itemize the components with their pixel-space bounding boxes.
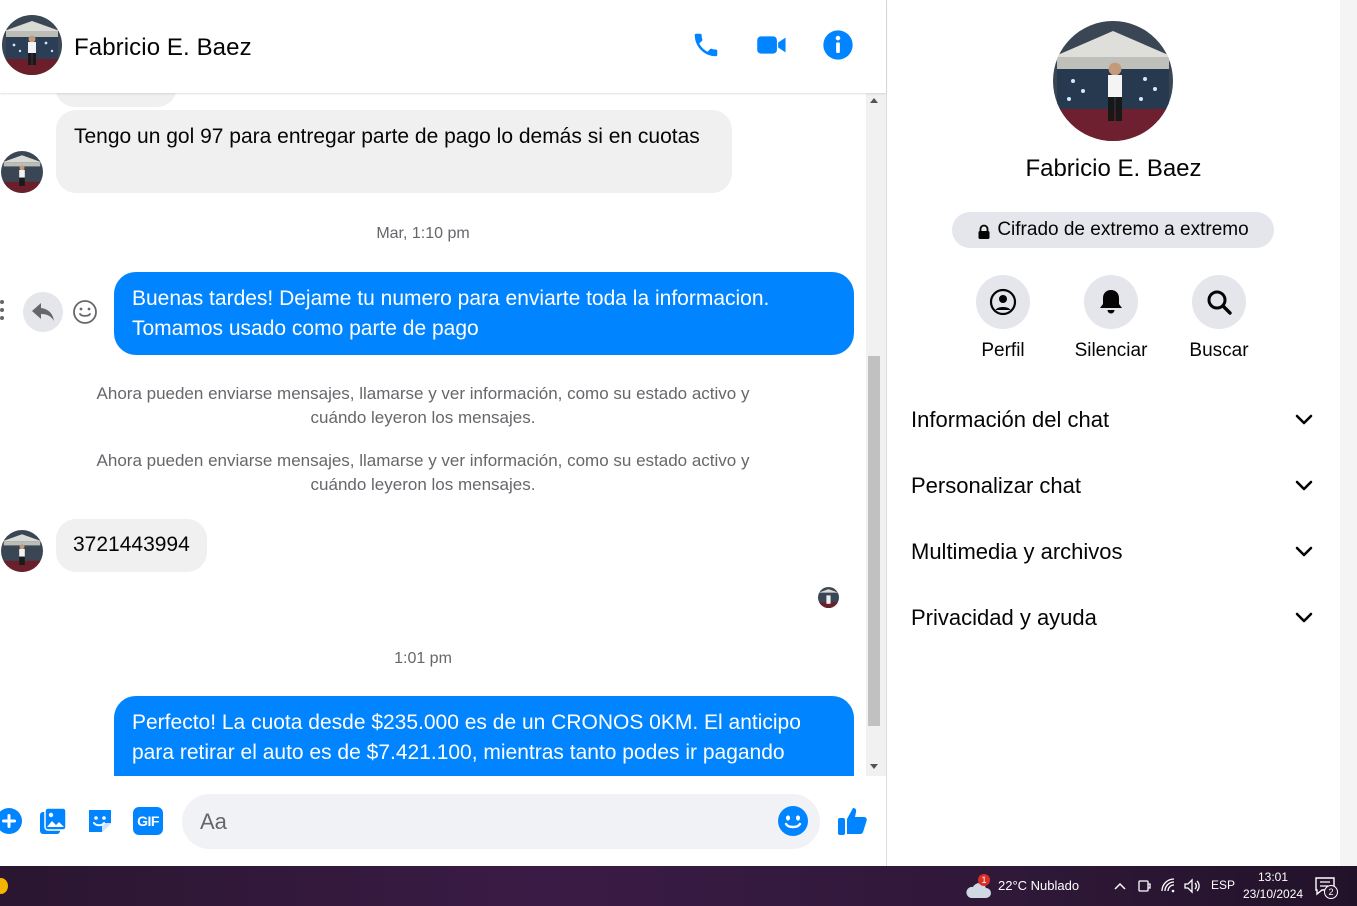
encryption-label: Cifrado de extremo a extremo — [997, 219, 1249, 240]
contact-name[interactable]: Fabricio E. Baez — [74, 34, 252, 62]
mute-action-circle[interactable] — [1084, 275, 1138, 329]
window-scroll-strip — [1340, 0, 1357, 866]
profile-name: Fabricio E. Baez — [1025, 155, 1202, 182]
system-notice: Ahora pueden enviarse mensajes, llamarse… — [96, 451, 750, 494]
incoming-message-bubble[interactable]: Tengo un gol 97 para entregar parte de p… — [56, 110, 732, 193]
profile-action-label: Perfil — [981, 340, 1025, 361]
video-call-button[interactable] — [755, 28, 789, 62]
react-emoji-button[interactable] — [72, 299, 98, 325]
system-notice: Ahora pueden enviarse mensajes, llamarse… — [96, 384, 750, 427]
app-taskbar-icon[interactable] — [0, 878, 8, 894]
chat-header: Fabricio E. Baez — [0, 0, 886, 93]
message-text: Buenas tardes! Dejame tu numero para env… — [132, 287, 770, 340]
plus-circle-icon — [0, 808, 22, 834]
scrollbar-thumb[interactable] — [868, 356, 880, 726]
info-icon — [823, 30, 853, 60]
chevron-down-icon — [1295, 546, 1313, 557]
encryption-badge[interactable]: Cifrado de extremo a extremo — [952, 212, 1274, 248]
incoming-message-bubble[interactable]: 3721443994 — [56, 519, 207, 572]
wifi-icon[interactable] — [1160, 878, 1176, 894]
search-action[interactable]: Buscar — [1164, 275, 1274, 362]
emoji-icon — [778, 806, 808, 836]
lock-icon — [978, 224, 990, 239]
sticker-icon — [89, 810, 111, 832]
outgoing-message-bubble[interactable]: Perfecto! La cuota desde $235.000 es de … — [114, 696, 854, 776]
bell-icon — [1100, 290, 1122, 314]
notification-center-button[interactable]: 2 — [1314, 876, 1340, 899]
previous-message-bubble[interactable] — [55, 93, 177, 107]
smiley-icon — [73, 300, 97, 324]
profile-action[interactable]: Perfil — [948, 275, 1058, 362]
video-camera-icon — [757, 36, 786, 54]
gif-icon: GIF — [133, 807, 163, 835]
show-hidden-icons-icon[interactable] — [1113, 881, 1127, 891]
message-input[interactable] — [182, 794, 820, 849]
message-text: Perfecto! La cuota desde $235.000 es de … — [132, 711, 801, 764]
phone-icon — [694, 33, 718, 57]
more-actions-button[interactable] — [0, 804, 26, 838]
attach-photo-button[interactable] — [36, 804, 70, 838]
sender-avatar[interactable] — [1, 530, 43, 572]
chevron-down-icon — [1295, 414, 1313, 425]
timestamp: Mar, 1:10 pm — [376, 225, 470, 242]
windows-taskbar: 1 22°C Nublado ESP 13:01 23/10/2024 2 — [0, 866, 1357, 906]
weather-widget[interactable]: 1 — [964, 874, 992, 898]
section-label: Multimedia y archivos — [911, 539, 1123, 564]
section-media-files[interactable]: Multimedia y archivos — [911, 532, 1321, 572]
message-text: 3721443994 — [73, 533, 190, 556]
profile-avatar[interactable] — [1053, 21, 1173, 141]
search-action-circle[interactable] — [1192, 275, 1246, 329]
clock-time[interactable]: 13:01 — [1258, 870, 1288, 884]
scroll-up-arrow[interactable] — [870, 98, 878, 103]
outgoing-message-bubble[interactable]: Buenas tardes! Dejame tu numero para env… — [114, 272, 854, 355]
search-action-label: Buscar — [1189, 340, 1249, 361]
reply-button[interactable] — [23, 292, 63, 332]
reply-icon — [32, 303, 54, 321]
section-privacy-help[interactable]: Privacidad y ayuda — [911, 598, 1321, 638]
sticker-button[interactable] — [83, 804, 117, 838]
input-language[interactable]: ESP — [1211, 878, 1235, 892]
phone-call-button[interactable] — [689, 28, 723, 62]
message-list[interactable]: Tengo un gol 97 para entregar parte de p… — [0, 93, 866, 776]
sender-avatar[interactable] — [1, 151, 43, 193]
search-icon — [1207, 290, 1232, 315]
photo-gallery-icon — [40, 807, 67, 834]
profile-icon — [989, 288, 1017, 316]
send-like-button[interactable] — [836, 804, 870, 838]
section-chat-info[interactable]: Información del chat — [911, 400, 1321, 440]
device-icon[interactable] — [1136, 878, 1152, 894]
clock-date[interactable]: 23/10/2024 — [1243, 887, 1303, 901]
conversation-info-button[interactable] — [821, 28, 855, 62]
mute-action-label: Silenciar — [1074, 340, 1148, 361]
scroll-down-arrow[interactable] — [870, 764, 878, 769]
gif-button[interactable]: GIF — [131, 804, 165, 838]
more-options-icon[interactable] — [0, 299, 4, 321]
weather-alert-badge: 1 — [978, 874, 990, 886]
timestamp: 1:01 pm — [394, 650, 452, 667]
message-text: Tengo un gol 97 para entregar parte de p… — [74, 125, 700, 148]
chevron-down-icon — [1295, 612, 1313, 623]
section-label: Información del chat — [911, 407, 1110, 432]
chevron-down-icon — [1295, 480, 1313, 491]
section-label: Privacidad y ayuda — [911, 605, 1097, 630]
seen-receipt-avatar — [818, 587, 839, 608]
mute-action[interactable]: Silenciar — [1056, 275, 1166, 362]
notification-count-badge: 2 — [1324, 885, 1338, 899]
profile-action-circle[interactable] — [976, 275, 1030, 329]
thumbs-up-icon — [838, 808, 867, 835]
emoji-picker-button[interactable] — [776, 804, 810, 838]
weather-text[interactable]: 22°C Nublado — [998, 878, 1079, 893]
volume-icon[interactable] — [1183, 878, 1201, 894]
contact-avatar[interactable] — [2, 15, 62, 75]
section-customize-chat[interactable]: Personalizar chat — [911, 466, 1321, 506]
section-label: Personalizar chat — [911, 473, 1081, 498]
